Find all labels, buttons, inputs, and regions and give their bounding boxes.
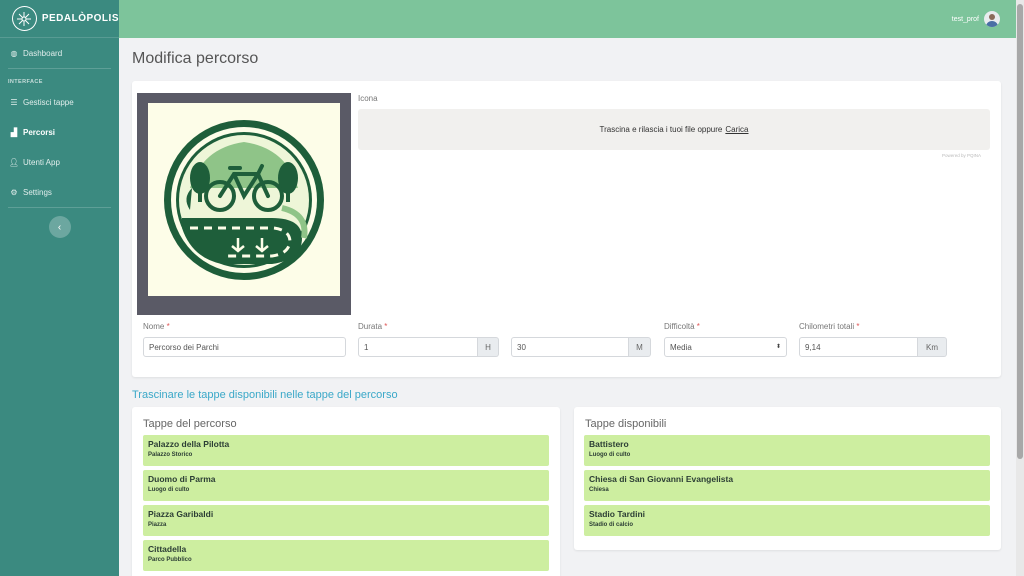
stop-name: Duomo di Parma: [148, 474, 216, 484]
stop-name: Stadio Tardini: [589, 509, 646, 519]
icon-label: Icona: [358, 94, 378, 103]
route-stops-card: Tappe del percorso Palazzo della Pilotta…: [132, 407, 560, 576]
required-mark: *: [384, 322, 388, 331]
nome-input[interactable]: Percorso dei Parchi: [143, 337, 346, 357]
scrollbar-thumb[interactable]: [1017, 4, 1023, 459]
route-image: [148, 103, 340, 296]
stop-type: Piazza: [148, 522, 167, 528]
chevron-left-icon: ‹: [57, 221, 62, 233]
required-mark: *: [696, 322, 700, 331]
available-stop-item[interactable]: Stadio Tardini Stadio di calcio: [584, 505, 990, 536]
stop-type: Luogo di culto: [148, 487, 190, 493]
durata-hours-value: 1: [364, 342, 369, 352]
sidebar-item-dashboard[interactable]: ◍ Dashboard: [0, 38, 119, 68]
sidebar-toggle-button[interactable]: ‹: [48, 216, 71, 238]
powered-by: Powered by PQINA: [942, 153, 982, 158]
sidebar-item-settings[interactable]: ⚙ Settings: [0, 177, 119, 207]
file-dropzone[interactable]: Trascina e rilascia i tuoi file oppure C…: [358, 109, 990, 150]
road-icon: ▟: [10, 127, 18, 137]
brand-name: PEDALÒPOLIS: [41, 13, 119, 24]
route-form-card: Icona Trascina e rilascia i tuoi file op…: [132, 81, 1001, 377]
sidebar-item-label: Gestisci tappe: [23, 97, 74, 107]
stop-name: Palazzo della Pilotta: [148, 439, 230, 449]
available-stops-title: Tappe disponibili: [585, 418, 667, 430]
available-stops-card: Tappe disponibili Battistero Luogo di cu…: [574, 407, 1001, 550]
sidebar-item-gestisci-tappe[interactable]: ☰ Gestisci tappe: [0, 87, 119, 117]
route-stop-item[interactable]: Cittadella Parco Pubblico: [143, 540, 549, 571]
sidebar-item-label: Dashboard: [23, 48, 63, 58]
stop-name: Cittadella: [148, 544, 187, 554]
bike-route-logo-icon: [164, 119, 324, 280]
sidebar-heading: INTERFACE: [8, 79, 43, 85]
durata-label-text: Durata: [358, 322, 383, 331]
sidebar-divider: [8, 207, 111, 208]
route-stop-item[interactable]: Palazzo della Pilotta Palazzo Storico: [143, 435, 549, 466]
hours-addon: H: [478, 337, 499, 357]
stop-type: Luogo di culto: [589, 452, 631, 458]
durata-hours-input[interactable]: 1: [358, 337, 478, 357]
stop-name: Piazza Garibaldi: [148, 509, 214, 519]
stop-type: Palazzo Storico: [148, 452, 193, 458]
list-icon: ☰: [10, 97, 18, 107]
stop-type: Chiesa: [589, 487, 609, 493]
nome-value: Percorso dei Parchi: [149, 342, 219, 352]
km-label-text: Chilometri totali: [799, 322, 855, 331]
dropzone-text: Trascina e rilascia i tuoi file oppure: [599, 125, 723, 134]
difficolta-label: Difficoltà *: [664, 322, 700, 331]
durata-minutes-value: 30: [517, 342, 526, 352]
required-mark: *: [856, 322, 860, 331]
route-stop-item[interactable]: Piazza Garibaldi Piazza: [143, 505, 549, 536]
sidebar-item-percorsi[interactable]: ▟ Percorsi: [0, 117, 119, 147]
brand[interactable]: PEDALÒPOLIS: [0, 0, 119, 38]
stop-type: Parco Pubblico: [148, 557, 192, 563]
sidebar-item-utenti-app[interactable]: 👤︎ Utenti App: [0, 147, 119, 177]
user-icon: 👤︎: [8, 157, 20, 167]
stop-type: Stadio di calcio: [589, 522, 634, 528]
km-label: Chilometri totali *: [799, 322, 860, 331]
nome-label-text: Nome: [143, 322, 165, 331]
km-addon: Km: [918, 337, 947, 357]
difficolta-select[interactable]: Media ⬍: [664, 337, 787, 357]
difficolta-value: Media: [670, 342, 692, 352]
sidebar-item-label: Utenti App: [23, 157, 60, 167]
available-stop-item[interactable]: Battistero Luogo di culto: [584, 435, 990, 466]
select-arrows-icon: ⬍: [775, 344, 781, 350]
section-title: Trascinare le tappe disponibili nelle ta…: [132, 389, 398, 401]
stop-name: Battistero: [589, 439, 629, 449]
topbar: test_prof: [119, 0, 1016, 38]
user-name[interactable]: test_prof: [952, 16, 979, 23]
nome-label: Nome *: [143, 322, 170, 331]
dashboard-icon: ◍: [10, 48, 18, 58]
required-mark: *: [166, 322, 170, 331]
available-stop-item[interactable]: Chiesa di San Giovanni Evangelista Chies…: [584, 470, 990, 501]
durata-minutes-input[interactable]: 30: [511, 337, 629, 357]
stop-name: Chiesa di San Giovanni Evangelista: [589, 474, 734, 484]
page-title: Modifica percorso: [132, 50, 259, 67]
sidebar-item-label: Settings: [23, 187, 52, 197]
gear-icon: ⚙: [10, 187, 18, 197]
page-scrollbar[interactable]: [1016, 0, 1024, 576]
route-stops-title: Tappe del percorso: [143, 418, 237, 430]
route-stop-item[interactable]: Duomo di Parma Luogo di culto: [143, 470, 549, 501]
avatar[interactable]: [984, 11, 1000, 27]
difficolta-label-text: Difficoltà: [664, 322, 695, 331]
main-content: Modifica percorso Icona Trascina e rilas…: [119, 38, 1016, 576]
km-input[interactable]: 9,14: [799, 337, 918, 357]
minutes-addon: M: [629, 337, 651, 357]
route-image-frame: [137, 93, 351, 315]
upload-link[interactable]: Carica: [725, 125, 748, 134]
durata-label: Durata *: [358, 322, 387, 331]
brand-logo-icon: [12, 6, 37, 31]
sidebar-item-label: Percorsi: [23, 127, 56, 137]
sidebar: PEDALÒPOLIS ◍ Dashboard INTERFACE ☰ Gest…: [0, 0, 119, 576]
km-value: 9,14: [805, 342, 821, 352]
